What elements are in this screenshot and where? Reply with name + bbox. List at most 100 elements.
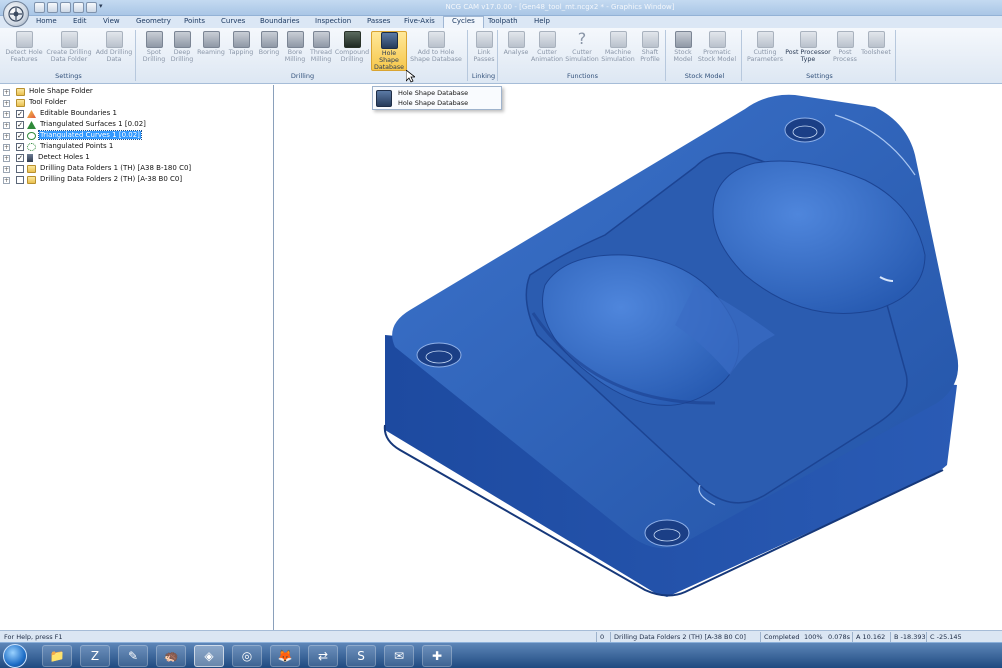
hedgehog-icon[interactable]: 🦔	[156, 645, 186, 667]
deep-drilling-button[interactable]: Deep Drilling	[168, 31, 196, 71]
visibility-checkbox[interactable]: ✓	[16, 121, 24, 129]
ncg-app-icon[interactable]: ◈	[194, 645, 224, 667]
analyse-icon	[507, 31, 525, 48]
menu-boundaries[interactable]: Boundaries	[260, 17, 299, 25]
spot-drilling-button[interactable]: Spot Drilling	[140, 31, 168, 71]
boring-button[interactable]: Boring	[256, 31, 282, 71]
outlook-icon[interactable]: ✉	[384, 645, 414, 667]
app-logo-icon[interactable]	[3, 1, 29, 27]
teamviewer-icon[interactable]: ⇄	[308, 645, 338, 667]
shaft-profile-icon	[641, 31, 659, 48]
add-hole-shape-icon	[427, 31, 445, 48]
visibility-checkbox[interactable]: ✓	[16, 110, 24, 118]
menu-view[interactable]: View	[103, 17, 120, 25]
analyse-button[interactable]: Analyse	[502, 31, 530, 71]
folder-icon	[16, 99, 25, 107]
tapping-button[interactable]: Tapping	[226, 31, 256, 71]
stock-model-button[interactable]: Stock Model	[670, 31, 696, 71]
dropdown-item-hole-shape-database[interactable]: Hole Shape Database	[398, 89, 468, 97]
menu-help[interactable]: Help	[534, 17, 550, 25]
mouse-cursor-icon	[406, 70, 415, 83]
thread-milling-button[interactable]: Thread Milling	[308, 31, 334, 71]
filezilla-icon[interactable]: Z	[80, 645, 110, 667]
skype-icon[interactable]: S	[346, 645, 376, 667]
menu-home[interactable]: Home	[36, 17, 57, 25]
hole-feature[interactable]	[644, 519, 690, 547]
part-model-3d[interactable]	[275, 85, 1002, 630]
visibility-checkbox[interactable]	[16, 165, 24, 173]
detect-hole-icon	[15, 31, 33, 48]
expand-icon[interactable]: +	[3, 122, 10, 129]
add-drilling-data-button[interactable]: Add Drilling Data	[94, 31, 134, 71]
status-completed: Completed	[764, 633, 800, 641]
link-passes-button[interactable]: Link Passes	[472, 31, 496, 71]
expand-icon[interactable]: +	[3, 100, 10, 107]
menu-edit[interactable]: Edit	[73, 17, 87, 25]
group-label-settings: Settings	[55, 72, 82, 80]
dropdown-item-hole-shape-database-2[interactable]: Hole Shape Database	[398, 99, 468, 107]
firefox-icon[interactable]: 🦊	[270, 645, 300, 667]
reaming-button[interactable]: Reaming	[196, 31, 226, 71]
visibility-checkbox[interactable]: ✓	[16, 154, 24, 162]
points-icon	[27, 143, 36, 151]
ribbon-group-settings-2: Cutting Parameters Post Processor Type Pos…	[744, 30, 896, 81]
post-process-button[interactable]: Post Process	[832, 31, 858, 71]
graphics-window[interactable]	[275, 85, 1002, 630]
ncg-cam-icon[interactable]: ✚	[422, 645, 452, 667]
expand-icon[interactable]: +	[3, 133, 10, 140]
expand-icon[interactable]: +	[3, 155, 10, 162]
hole-shape-database-dropdown: Hole Shape Database Hole Shape Database	[372, 86, 502, 110]
windows-explorer-icon[interactable]: 📁	[42, 645, 72, 667]
undo-icon[interactable]	[86, 2, 97, 13]
qat-dropdown-icon[interactable]: ▾	[99, 2, 106, 13]
visibility-checkbox[interactable]: ✓	[16, 132, 24, 140]
start-button[interactable]	[3, 644, 27, 668]
ribbon-group-stock-model: Stock Model Promatic Stock Model Stock Mod…	[668, 30, 742, 81]
cutter-simulation-button[interactable]: ? Cutter Simulation	[564, 31, 600, 71]
boring-icon	[260, 31, 278, 48]
shaft-profile-button[interactable]: Shaft Profile	[636, 31, 664, 71]
detect-hole-features-button[interactable]: Detect Hole Features	[4, 31, 44, 71]
menu-passes[interactable]: Passes	[367, 17, 390, 25]
hole-shape-database-button[interactable]: Hole Shape Database	[371, 31, 407, 71]
expand-icon[interactable]: +	[3, 144, 10, 151]
group-label-functions: Functions	[566, 72, 599, 80]
menu-toolpath[interactable]: Toolpath	[488, 17, 518, 25]
toolsheet-button[interactable]: Toolsheet	[858, 31, 894, 71]
menu-geometry[interactable]: Geometry	[136, 17, 171, 25]
generic-app-icon[interactable]: ◎	[232, 645, 262, 667]
open-icon[interactable]	[47, 2, 58, 13]
add-to-hole-shape-database-button[interactable]: Add to Hole Shape Database	[409, 31, 463, 71]
post-processor-type-button[interactable]: Post Processor Type	[784, 31, 832, 71]
status-percent: 100%	[804, 633, 823, 641]
expand-icon[interactable]: +	[3, 111, 10, 118]
cutting-parameters-button[interactable]: Cutting Parameters	[746, 31, 784, 71]
menu-inspection[interactable]: Inspection	[315, 17, 351, 25]
menu-five-axis[interactable]: Five-Axis	[404, 17, 435, 25]
promatic-stock-model-button[interactable]: Promatic Stock Model	[696, 31, 738, 71]
menu-cycles[interactable]: Cycles	[443, 16, 484, 28]
visibility-checkbox[interactable]: ✓	[16, 143, 24, 151]
machine-simulation-button[interactable]: Machine Simulation	[600, 31, 636, 71]
cutter-animation-button[interactable]: Cutter Animation	[530, 31, 564, 71]
save-icon[interactable]	[60, 2, 71, 13]
expand-icon[interactable]: +	[3, 166, 10, 173]
visibility-checkbox[interactable]	[16, 176, 24, 184]
create-drilling-data-folder-button[interactable]: Create Drilling Data Folder	[46, 31, 92, 71]
expand-icon[interactable]: +	[3, 89, 10, 96]
menu-points[interactable]: Points	[184, 17, 205, 25]
thread-milling-icon	[312, 31, 330, 48]
new-icon[interactable]	[34, 2, 45, 13]
print-icon[interactable]	[73, 2, 84, 13]
expand-icon[interactable]: +	[3, 177, 10, 184]
status-b-coordinate: B -18.393	[894, 633, 926, 641]
status-time: 0.078s	[828, 633, 850, 641]
drill-folder-icon	[27, 176, 36, 184]
notepad-icon[interactable]: ✎	[118, 645, 148, 667]
add-drill-icon	[105, 31, 123, 48]
menu-curves[interactable]: Curves	[221, 17, 245, 25]
drill-folder-icon	[60, 31, 78, 48]
compound-drilling-button[interactable]: Compound Drilling	[334, 31, 370, 71]
question-icon: ?	[577, 29, 587, 48]
bore-milling-button[interactable]: Bore Milling	[282, 31, 308, 71]
